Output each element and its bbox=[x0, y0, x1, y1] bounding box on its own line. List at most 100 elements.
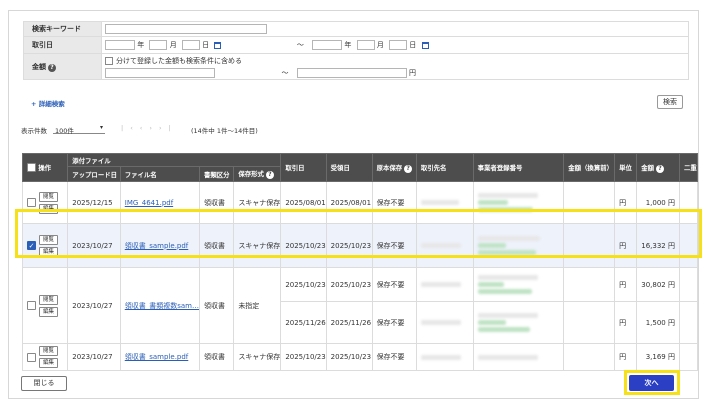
next-col-cell bbox=[678, 267, 698, 302]
split-amount-checkbox[interactable] bbox=[105, 57, 113, 65]
original-save: 保存不要 bbox=[371, 301, 417, 344]
partner-blurred bbox=[415, 301, 474, 344]
row-checkbox[interactable] bbox=[27, 301, 36, 310]
table-row[interactable]: 閲覧 編集 2025/12/15 IMG_4641.pdf 領収書 スキャナ保存 … bbox=[21, 181, 698, 224]
view-button[interactable]: 閲覧 bbox=[39, 234, 58, 245]
keyword-label: 検索キーワード bbox=[23, 21, 102, 37]
table-row-selected[interactable]: ✓ 閲覧 編集 2023/10/27 領収書_sample.pdf 領収書 スキャナ… bbox=[21, 223, 698, 268]
pager-nav[interactable]: |‹‹››| bbox=[121, 124, 178, 132]
next-col-cell bbox=[678, 181, 698, 224]
received-date-header[interactable]: 受領日 bbox=[325, 153, 373, 182]
help-icon[interactable]: ? bbox=[404, 164, 413, 173]
amount: 3,169 円 bbox=[636, 343, 680, 371]
reg-no-header[interactable]: 事業者登録番号 bbox=[472, 153, 565, 182]
original-save: 保存不要 bbox=[371, 267, 417, 302]
keyword-input[interactable] bbox=[105, 24, 267, 34]
view-button[interactable]: 閲覧 bbox=[39, 191, 58, 202]
pager-text: (14件中 1件〜14件目) bbox=[191, 127, 258, 135]
original-save-header: 原本保存? bbox=[371, 153, 417, 182]
unit-header: 単位 bbox=[614, 153, 638, 182]
edit-button[interactable]: 編集 bbox=[39, 246, 58, 257]
file-link[interactable]: IMG_4641.pdf bbox=[125, 199, 173, 207]
reg-no-blurred bbox=[472, 223, 565, 268]
split-amount-label: 分けて登録した金額も検索条件に含める bbox=[116, 57, 242, 65]
view-button[interactable]: 閲覧 bbox=[39, 346, 58, 356]
file-link[interactable]: 領収書_sample.pdf bbox=[125, 242, 189, 250]
received-date: 2025/10/23 bbox=[325, 343, 373, 371]
upload-date: 2025/12/15 bbox=[67, 181, 121, 224]
unit: 円 bbox=[614, 301, 638, 344]
table-row[interactable]: 閲覧 編集 2023/10/27 領収書_書類複数sam… 領収書 未指定 202… bbox=[21, 267, 698, 344]
view-button[interactable]: 閲覧 bbox=[39, 294, 58, 305]
reg-no-blurred bbox=[472, 267, 565, 302]
received-date: 2025/08/01 bbox=[325, 181, 373, 224]
save-format: スキャナ保存 bbox=[233, 181, 282, 224]
original-save: 保存不要 bbox=[371, 181, 417, 224]
amount-pre bbox=[563, 267, 616, 302]
next-col-cell bbox=[678, 301, 698, 344]
original-save-label: 原本保存 bbox=[376, 163, 403, 172]
reg-no-blurred bbox=[472, 181, 565, 224]
doc-type: 領収書 bbox=[199, 267, 235, 344]
partner-blurred bbox=[415, 181, 474, 224]
help-icon[interactable]: ? bbox=[656, 164, 665, 173]
search-form: 検索キーワード 取引日 年 月 日 〜 年 月 日 金額 ? 分けて登録した金額… bbox=[23, 21, 689, 80]
date-to-year-input[interactable] bbox=[312, 40, 343, 50]
save-format: 未指定 bbox=[233, 267, 282, 344]
received-date: 2025/11/26 bbox=[325, 301, 373, 344]
amount-from-input[interactable] bbox=[105, 68, 215, 78]
calendar-icon[interactable] bbox=[421, 41, 429, 49]
date-from-year-input[interactable] bbox=[105, 40, 135, 50]
file-link[interactable]: 領収書_書類複数sam… bbox=[125, 302, 199, 310]
select-all-checkbox[interactable] bbox=[27, 163, 36, 173]
attached-file-header: 添付ファイル bbox=[67, 153, 282, 167]
day-unit: 日 bbox=[409, 41, 417, 49]
reg-no-blurred bbox=[472, 301, 565, 344]
trade-date: 2025/11/26 bbox=[280, 301, 327, 344]
table-row[interactable]: 閲覧 編集 2023/10/27 領収書_sample.pdf 領収書 スキャナ保… bbox=[21, 343, 698, 371]
calendar-icon[interactable] bbox=[214, 41, 222, 49]
year-unit: 年 bbox=[137, 41, 145, 49]
date-to-day-input[interactable] bbox=[389, 40, 408, 50]
amount: 1,500 円 bbox=[636, 301, 680, 344]
date-from-month-input[interactable] bbox=[149, 40, 168, 50]
file-name-header[interactable]: ファイル名 bbox=[119, 166, 201, 182]
row-checkbox-checked[interactable]: ✓ bbox=[27, 241, 36, 250]
trade-date: 2025/10/23 bbox=[280, 343, 327, 371]
save-format-label: 保存形式 bbox=[238, 170, 264, 178]
amount: 1,000 円 bbox=[636, 181, 680, 224]
upload-date: 2023/10/27 bbox=[67, 267, 121, 344]
help-icon[interactable]: ? bbox=[265, 171, 274, 179]
date-to-month-input[interactable] bbox=[356, 40, 375, 50]
date-from-day-input[interactable] bbox=[181, 40, 200, 50]
partner-header[interactable]: 取引先名 bbox=[415, 153, 474, 182]
edit-button[interactable]: 編集 bbox=[39, 306, 58, 317]
close-button[interactable]: 閉じる bbox=[21, 376, 67, 391]
file-link[interactable]: 領収書_sample.pdf bbox=[125, 353, 189, 361]
upload-date-header[interactable]: アップロード日 bbox=[67, 166, 121, 182]
amount-to-input[interactable] bbox=[296, 68, 407, 78]
advanced-search-link[interactable]: + 詳細検索 bbox=[31, 98, 65, 108]
partner-blurred bbox=[415, 343, 474, 371]
trade-date-header[interactable]: 取引日 bbox=[280, 153, 327, 182]
count-select[interactable]: 100件 ▾ bbox=[53, 122, 105, 135]
amount-pre-header[interactable]: 金額（換算前） bbox=[563, 153, 616, 182]
amount-pre bbox=[563, 343, 616, 371]
unit: 円 bbox=[614, 267, 638, 302]
range-tilde: 〜 bbox=[296, 41, 304, 49]
row-checkbox[interactable] bbox=[27, 352, 36, 362]
amount: 16,332 円 bbox=[636, 223, 680, 268]
help-icon[interactable]: ? bbox=[48, 63, 56, 72]
next-col-header: 二重 bbox=[678, 153, 698, 182]
doc-type: 領収書 bbox=[199, 343, 235, 371]
row-checkbox[interactable] bbox=[27, 198, 36, 207]
next-button[interactable]: 次へ bbox=[629, 375, 674, 391]
search-button[interactable]: 検索 bbox=[657, 95, 683, 109]
doc-type-header[interactable]: 書類区分 bbox=[199, 166, 235, 182]
edit-button[interactable]: 編集 bbox=[39, 358, 58, 368]
edit-button[interactable]: 編集 bbox=[39, 203, 58, 214]
next-col-cell bbox=[678, 343, 698, 371]
doc-type: 領収書 bbox=[199, 223, 235, 268]
save-format: スキャナ保存 bbox=[233, 223, 282, 268]
results-table: 操作 添付ファイル 取引日 受領日 原本保存? 取引先名 事業者登録番号 金額（… bbox=[21, 153, 698, 371]
